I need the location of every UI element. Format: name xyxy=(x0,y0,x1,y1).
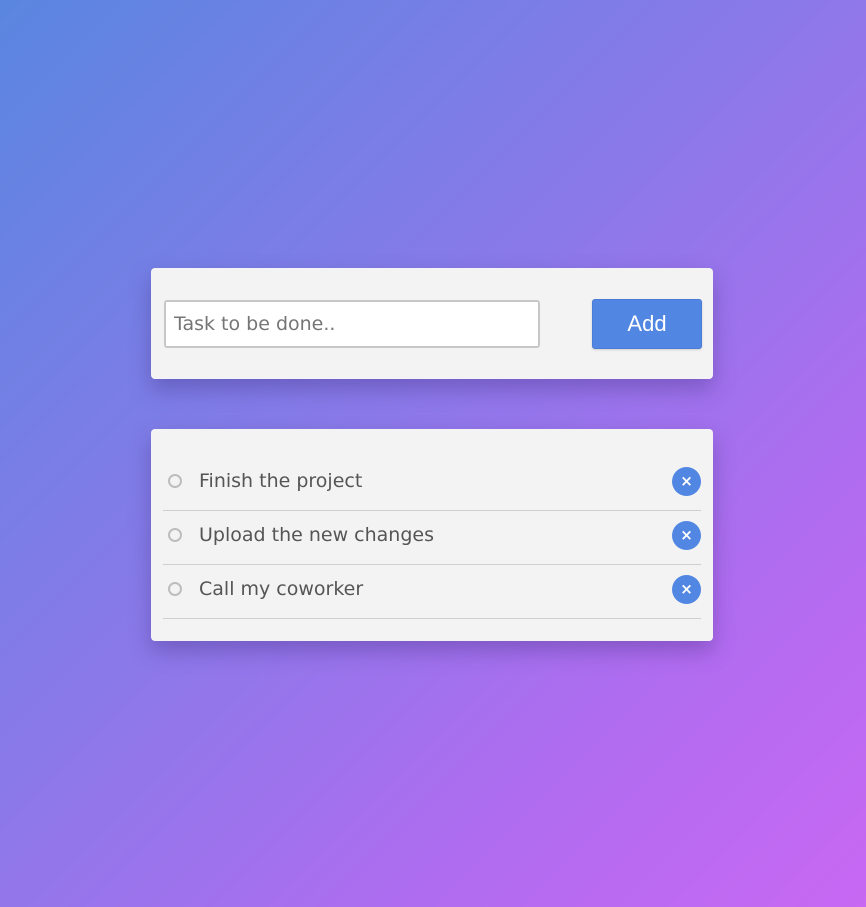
task-list-panel: Finish the project × Upload the new chan… xyxy=(151,429,713,641)
task-text: Upload the new changes xyxy=(199,524,434,546)
task-input[interactable] xyxy=(164,300,540,348)
checkbox-circle-icon[interactable] xyxy=(168,474,182,488)
task-text: Finish the project xyxy=(199,470,363,492)
checkbox-circle-icon[interactable] xyxy=(168,528,182,542)
delete-task-button[interactable]: × xyxy=(672,521,701,550)
task-list: Finish the project × Upload the new chan… xyxy=(163,457,701,619)
delete-task-button[interactable]: × xyxy=(672,467,701,496)
task-text: Call my coworker xyxy=(199,578,364,600)
task-item[interactable]: Call my coworker × xyxy=(163,565,701,619)
task-item[interactable]: Finish the project × xyxy=(163,457,701,511)
task-item[interactable]: Upload the new changes × xyxy=(163,511,701,565)
new-task-panel: Add xyxy=(151,268,713,379)
delete-task-button[interactable]: × xyxy=(672,575,701,604)
add-button[interactable]: Add xyxy=(592,299,702,349)
checkbox-circle-icon[interactable] xyxy=(168,582,182,596)
